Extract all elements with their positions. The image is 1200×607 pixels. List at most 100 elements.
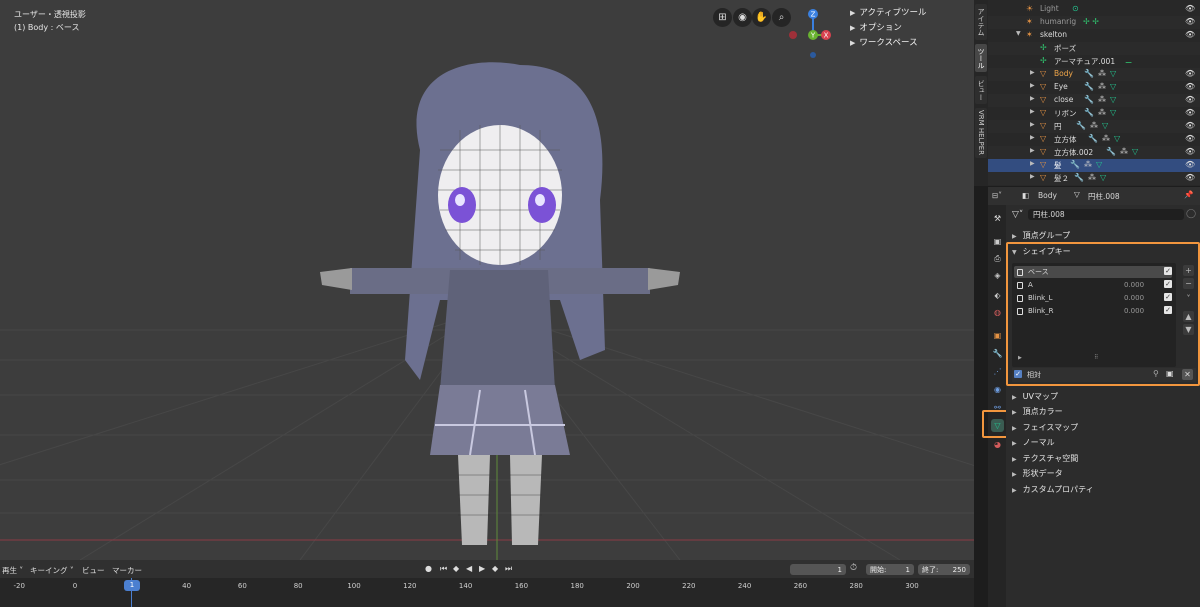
tool-tab-icon[interactable]: ⚒ (991, 212, 1004, 225)
outliner-row-hair[interactable]: ▶ ▽ 髪 🔧 ⁂ ▽ 👁 (988, 159, 1200, 172)
expand-arrow-icon[interactable]: ▶ (1030, 95, 1035, 102)
hand-icon[interactable]: ✋ (752, 8, 771, 27)
eye-icon[interactable]: 👁 (1185, 121, 1195, 130)
outliner-row-light[interactable]: ☀ Light ⊙ 👁 (988, 3, 1200, 16)
shape-key-row-basis[interactable]: ベース ✓ (1014, 266, 1172, 278)
particles-tab-icon[interactable]: ⋰ (991, 365, 1004, 378)
clear-shape-icon[interactable]: ✕ (1182, 369, 1193, 380)
tab-tool[interactable]: ツール (975, 44, 987, 72)
shape-key-mute-checkbox[interactable]: ✓ (1164, 280, 1172, 288)
add-shape-key-button[interactable]: + (1183, 265, 1194, 276)
expand-arrow-icon[interactable]: ▶ (1030, 147, 1035, 154)
tab-view[interactable]: ビュー (975, 76, 987, 104)
remove-shape-key-button[interactable]: − (1183, 278, 1194, 289)
eye-icon[interactable]: 👁 (1185, 82, 1195, 91)
options-menu[interactable]: ▶ オプション (850, 21, 902, 33)
prev-keyframe-icon[interactable]: ◆ (453, 564, 459, 573)
outliner-row-ribbon[interactable]: ▶ ▽ リボン 🔧 ⁂ ▽ 👁 (988, 107, 1200, 120)
tab-item[interactable]: アイテム (975, 4, 987, 40)
shape-key-row-blink-l[interactable]: Blink_L 0.000 ✓ (1014, 292, 1172, 304)
section-texture-space[interactable]: ▶ テクスチャ空間 (1012, 453, 1078, 464)
data-name-field[interactable]: 円柱.008 (1028, 209, 1184, 220)
header-data-name[interactable]: 円柱.008 (1088, 191, 1120, 202)
view-layer-tab-icon[interactable]: ◈ (991, 269, 1004, 282)
eye-icon[interactable]: 👁 (1185, 160, 1195, 169)
workspace-menu[interactable]: ▶ ワークスペース (850, 36, 918, 48)
render-tab-icon[interactable]: ▣ (991, 235, 1004, 248)
outliner-row-cube002[interactable]: ▶ ▽ 立方体.002 🔧 ⁂ ▽ 👁 (988, 146, 1200, 159)
move-up-button[interactable]: ▲ (1183, 311, 1194, 322)
output-tab-icon[interactable]: ⎙ (991, 252, 1004, 265)
object-tab-icon[interactable]: ▣ (991, 329, 1004, 342)
view-menu[interactable]: ビュー (82, 565, 105, 576)
axis-gizmo[interactable]: Z Y X (784, 6, 834, 60)
camera-icon[interactable]: ◉ (733, 8, 752, 27)
pin-icon[interactable]: 📌 (1184, 190, 1193, 199)
marker-menu[interactable]: マーカー (112, 565, 142, 576)
world-tab-icon[interactable]: ◍ (991, 306, 1004, 319)
outliner-row-skelton[interactable]: ▼ ✶ skelton 👁 (988, 29, 1200, 42)
mesh-datablock-icon[interactable]: ▽˅ (1012, 210, 1023, 220)
outliner-row-circle[interactable]: ▶ ▽ 円 🔧 ⁂ ▽ 👁 (988, 120, 1200, 133)
eye-icon[interactable]: 👁 (1185, 95, 1195, 104)
resize-grip-icon[interactable]: ⠿ (1094, 354, 1098, 361)
material-tab-icon[interactable]: ◕ (991, 438, 1004, 451)
play-reverse-icon[interactable]: ◀ (466, 564, 472, 573)
modifier-tab-icon[interactable]: 🔧 (991, 347, 1004, 360)
section-custom-properties[interactable]: ▶ カスタムプロパティ (1012, 484, 1094, 495)
shape-key-mute-checkbox[interactable]: ✓ (1164, 293, 1172, 301)
shape-key-row-blink-r[interactable]: Blink_R 0.000 ✓ (1014, 305, 1172, 317)
outliner-row-cube[interactable]: ▶ ▽ 立方体 🔧 ⁂ ▽ 👁 (988, 133, 1200, 146)
outliner-row-eye[interactable]: ▶ ▽ Eye 🔧 ⁂ ▽ 👁 (988, 81, 1200, 94)
edit-mode-icon[interactable]: ▣ (1166, 369, 1174, 378)
tab-vrm-helper[interactable]: VRM HELPER (975, 108, 987, 158)
eye-icon[interactable]: 👁 (1185, 30, 1195, 39)
expand-arrow-icon[interactable]: ▶ (1030, 173, 1035, 180)
section-vertex-groups[interactable]: ▶ 頂点グループ (1012, 230, 1070, 241)
editor-type-icon[interactable]: ⊟˅ (992, 191, 1002, 200)
jump-start-icon[interactable]: ⏮ (440, 564, 447, 574)
expand-arrow-icon[interactable]: ▶ (1030, 82, 1035, 89)
section-face-maps[interactable]: ▶ フェイスマップ (1012, 422, 1078, 433)
list-filter-arrow-icon[interactable]: ▶ (1018, 355, 1022, 361)
eye-icon[interactable]: 👁 (1185, 108, 1195, 117)
play-icon[interactable]: ▶ (479, 564, 485, 573)
record-icon[interactable]: ● (425, 564, 432, 573)
relative-checkbox[interactable]: ✓ (1014, 370, 1022, 378)
playback-menu[interactable]: 再生 ˅ (2, 565, 23, 576)
end-frame-field[interactable]: 終了: 250 (918, 564, 970, 575)
expand-arrow-icon[interactable]: ▶ (1030, 160, 1035, 167)
stopwatch-icon[interactable]: ⏱ (850, 563, 857, 573)
fake-user-icon[interactable]: ◯ (1186, 209, 1196, 219)
shape-key-mute-checkbox[interactable]: ✓ (1164, 306, 1172, 314)
section-vertex-colors[interactable]: ▶ 頂点カラー (1012, 406, 1063, 417)
eye-icon[interactable]: 👁 (1185, 17, 1195, 26)
expand-arrow-icon[interactable]: ▶ (1030, 134, 1035, 141)
section-normals[interactable]: ▶ ノーマル (1012, 437, 1055, 448)
outliner-row-armature001[interactable]: ✢ アーマチュア.001 ⚊ (988, 55, 1200, 68)
outliner-row-pose[interactable]: ✢ ポーズ (988, 42, 1200, 55)
active-tool-menu[interactable]: ▶ アクティブツール (850, 6, 926, 18)
3d-viewport[interactable]: ユーザー・透視投影 (1) Body : ベース ⊞ ◉ ✋ ⌕ Z Y X ▶… (0, 0, 974, 560)
section-geometry-data[interactable]: ▶ 形状データ (1012, 468, 1063, 479)
outliner-row-body[interactable]: ▶ ▽ Body 🔧 ⁂ ▽ 👁 (988, 68, 1200, 81)
eye-icon[interactable]: 👁 (1185, 4, 1195, 13)
physics-tab-icon[interactable]: ◉ (991, 383, 1004, 396)
start-frame-field[interactable]: 開始: 1 (866, 564, 914, 575)
eye-icon[interactable]: 👁 (1185, 134, 1195, 143)
section-uv-maps[interactable]: ▶ UVマップ (1012, 391, 1058, 402)
next-keyframe-icon[interactable]: ◆ (492, 564, 498, 573)
keying-menu[interactable]: キーイング ˅ (30, 565, 74, 576)
scene-tab-icon[interactable]: ⬖ (991, 289, 1004, 302)
header-object-name[interactable]: Body (1038, 191, 1057, 200)
move-down-button[interactable]: ▼ (1183, 324, 1194, 335)
expand-arrow-icon[interactable]: ▼ (1016, 30, 1021, 37)
expand-arrow-icon[interactable]: ▶ (1030, 69, 1035, 76)
jump-end-icon[interactable]: ⏭ (505, 564, 512, 574)
expand-arrow-icon[interactable]: ▶ (1030, 108, 1035, 115)
outliner-row-hair2[interactable]: ▶ ▽ 髪２ 🔧 ⁂ ▽ 👁 (988, 172, 1200, 185)
eye-icon[interactable]: 👁 (1185, 173, 1195, 182)
current-frame-field[interactable]: 1 (790, 564, 846, 575)
specials-menu-icon[interactable]: ˅ (1183, 293, 1194, 304)
outliner-row-close[interactable]: ▶ ▽ close 🔧 ⁂ ▽ 👁 (988, 94, 1200, 107)
